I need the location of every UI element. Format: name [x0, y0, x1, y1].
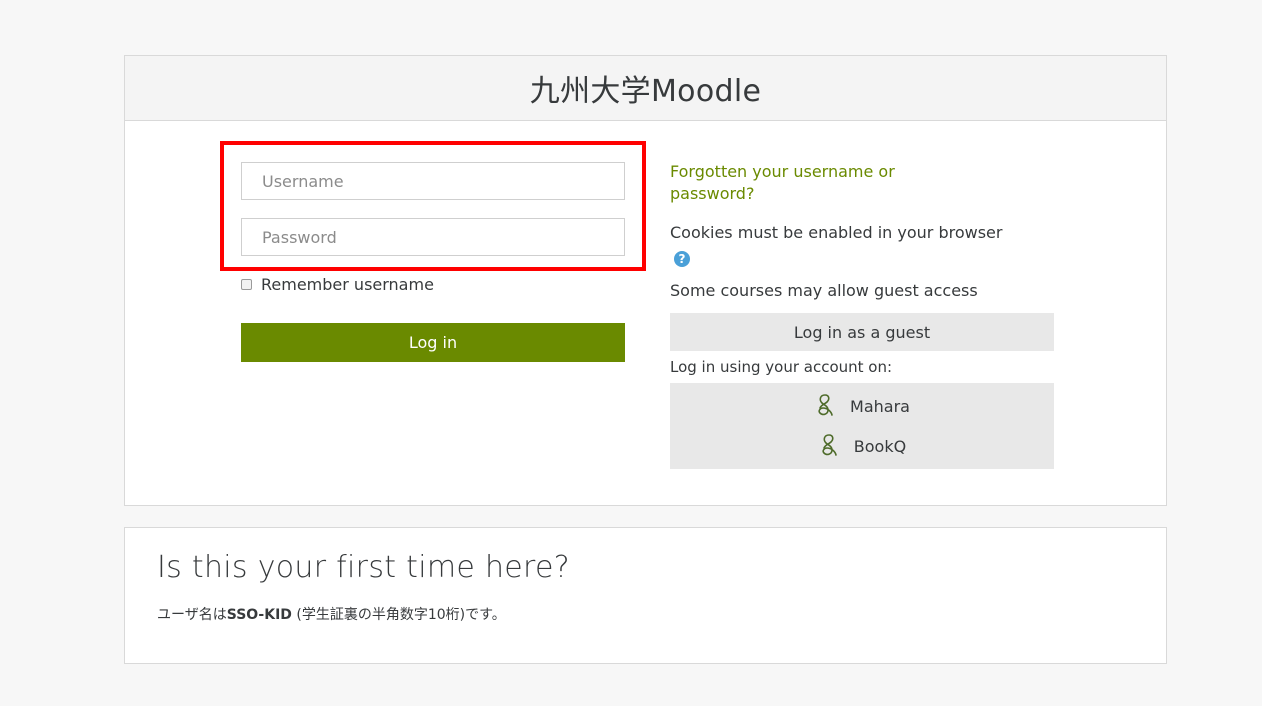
login-side-panel: Forgotten your username or password? Coo… [670, 161, 1054, 469]
remember-username[interactable]: Remember username [241, 275, 434, 294]
login-card: 九州大学Moodle Remember username Log in Forg… [124, 55, 1167, 506]
password-input[interactable] [241, 218, 625, 256]
forgot-password-link[interactable]: Forgotten your username or password? [670, 161, 970, 205]
idp-mahara-label: Mahara [850, 396, 910, 416]
remember-username-label: Remember username [261, 275, 434, 294]
first-time-text: ユーザ名はSSO-KID (学生証裏の半角数字10桁)です。 [157, 604, 506, 624]
site-title-en: Moodle [650, 74, 762, 109]
site-title: 九州大学Moodle [530, 66, 761, 110]
remember-username-checkbox[interactable] [241, 279, 252, 290]
login-card-header: 九州大学Moodle [125, 56, 1166, 121]
help-icon[interactable]: ? [674, 250, 690, 267]
guest-access-info: Some courses may allow guest access [670, 281, 978, 300]
mahara-icon [818, 394, 833, 416]
first-time-text-prefix: ユーザ名は [157, 607, 227, 623]
identity-provider-list: Mahara BookQ [670, 383, 1054, 469]
first-time-title: Is this your first time here? [157, 550, 570, 585]
first-time-text-bold: SSO-KID [226, 607, 292, 623]
first-time-card: Is this your first time here? ユーザ名はSSO-K… [124, 527, 1167, 664]
username-input[interactable] [241, 162, 625, 200]
first-time-text-suffix: (学生証裏の半角数字10桁)です。 [291, 607, 506, 623]
cookies-notice-text: Cookies must be enabled in your browser [670, 223, 1003, 242]
idp-bookq-button[interactable]: BookQ [818, 426, 906, 466]
login-button[interactable]: Log in [241, 323, 625, 362]
site-title-jp: 九州大学 [529, 74, 651, 109]
idp-bookq-label: BookQ [853, 436, 907, 456]
cookies-notice: Cookies must be enabled in your browser? [670, 220, 1010, 270]
idp-mahara-button[interactable]: Mahara [814, 386, 910, 426]
mahara-icon [822, 434, 837, 456]
guest-login-button[interactable]: Log in as a guest [670, 313, 1054, 351]
login-using-label: Log in using your account on: [670, 358, 893, 376]
